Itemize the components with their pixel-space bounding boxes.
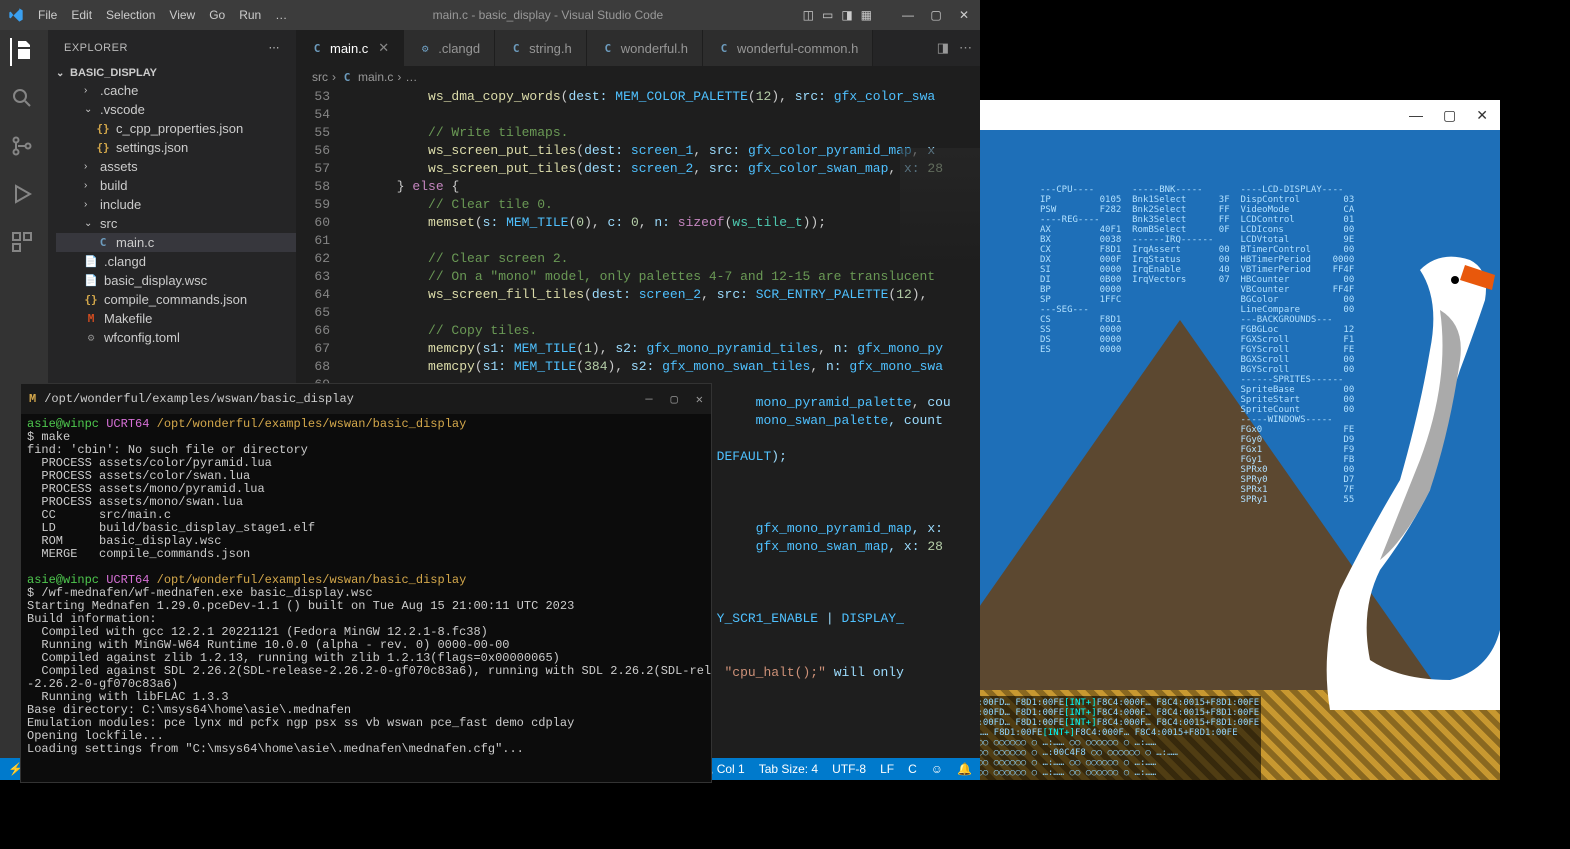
menu-run[interactable]: Run — [233, 8, 267, 22]
debug-trace: …:00FD… F8D1:00FE[INT+]F8C4:000F… F8C4:0… — [980, 696, 1261, 780]
minimap[interactable] — [900, 148, 980, 268]
terminal-maximize-button[interactable]: ▢ — [671, 392, 678, 407]
layout-customize-icon[interactable]: ▦ — [861, 8, 872, 22]
menu-go[interactable]: Go — [203, 8, 231, 22]
file-tree: ›.cache⌄.vscode{}c_cpp_properties.json{}… — [48, 81, 296, 347]
tab-close-icon[interactable]: ✕ — [378, 40, 389, 56]
titlebar: File Edit Selection View Go Run … main.c… — [0, 0, 980, 30]
status-language[interactable]: C — [908, 762, 917, 776]
status-eol[interactable]: LF — [880, 762, 894, 776]
tree-item-c-cpp-properties-json[interactable]: {}c_cpp_properties.json — [56, 119, 296, 138]
search-icon[interactable] — [10, 86, 38, 114]
emulator-maximize-button[interactable]: ▢ — [1443, 107, 1456, 124]
msys-icon: M — [29, 392, 36, 406]
terminal-titlebar[interactable]: M /opt/wonderful/examples/wswan/basic_di… — [21, 384, 711, 414]
layout-toggle-secondary-icon[interactable]: ◨ — [841, 8, 852, 22]
tree-item-settings-json[interactable]: {}settings.json — [56, 138, 296, 157]
tree-item--vscode[interactable]: ⌄.vscode — [56, 100, 296, 119]
breadcrumb-item[interactable]: src — [312, 70, 328, 84]
tab-wonderful-h[interactable]: Cwonderful.h — [587, 30, 703, 66]
vscode-icon — [8, 7, 24, 23]
tree-item-build[interactable]: ›build — [56, 176, 296, 195]
menu-selection[interactable]: Selection — [100, 8, 161, 22]
tree-item-assets[interactable]: ›assets — [56, 157, 296, 176]
terminal-output[interactable]: asie@winpc UCRT64 /opt/wonderful/example… — [21, 414, 711, 782]
tree-item-src[interactable]: ⌄src — [56, 214, 296, 233]
terminal-window: M /opt/wonderful/examples/wswan/basic_di… — [20, 383, 712, 783]
editor-tabs: Cmain.c✕⚙.clangdCstring.hCwonderful.hCwo… — [296, 30, 980, 66]
menu-edit[interactable]: Edit — [65, 8, 98, 22]
emulator-close-button[interactable]: ✕ — [1476, 107, 1488, 124]
minimize-button[interactable]: — — [900, 8, 916, 22]
explorer-icon[interactable] — [10, 38, 38, 66]
emulator-minimize-button[interactable]: — — [1409, 107, 1423, 123]
tab-string-h[interactable]: Cstring.h — [495, 30, 587, 66]
status-tabsize[interactable]: Tab Size: 4 — [759, 762, 818, 776]
explorer-more-icon[interactable]: ⋯ — [269, 41, 281, 54]
tree-item-include[interactable]: ›include — [56, 195, 296, 214]
window-title: main.c - basic_display - Visual Studio C… — [293, 8, 802, 22]
terminal-title-text: /opt/wonderful/examples/wswan/basic_disp… — [44, 392, 354, 406]
breadcrumb-item[interactable]: main.c — [358, 70, 393, 84]
emulator-viewport: ---CPU---- -----BNK----- ----LCD-DISPLAY… — [980, 130, 1500, 780]
tree-item-compile-commands-json[interactable]: {}compile_commands.json — [56, 290, 296, 309]
close-button[interactable]: ✕ — [956, 8, 972, 22]
tree-item-basic-display-wsc[interactable]: 📄basic_display.wsc — [56, 271, 296, 290]
layout-toggle-panel-icon[interactable]: ▭ — [822, 8, 833, 22]
emulator-titlebar[interactable]: — ▢ ✕ — [980, 100, 1500, 130]
breadcrumb-item[interactable]: … — [405, 70, 417, 84]
tab--clangd[interactable]: ⚙.clangd — [404, 30, 495, 66]
terminal-close-button[interactable]: ✕ — [696, 392, 703, 407]
tree-item-main-c[interactable]: Cmain.c — [56, 233, 296, 252]
menu-bar: File Edit Selection View Go Run … — [32, 8, 293, 22]
layout-controls: ◫ ▭ ◨ ▦ — [803, 8, 872, 22]
extensions-icon[interactable] — [10, 230, 38, 258]
tree-item-wfconfig-toml[interactable]: ⚙wfconfig.toml — [56, 328, 296, 347]
run-debug-icon[interactable] — [10, 182, 38, 210]
project-name: BASIC_DISPLAY — [70, 67, 157, 79]
tree-item--clangd[interactable]: 📄.clangd — [56, 252, 296, 271]
status-encoding[interactable]: UTF-8 — [832, 762, 866, 776]
tab-wonderful-common-h[interactable]: Cwonderful-common.h — [703, 30, 873, 66]
split-editor-icon[interactable]: ◨ — [937, 40, 949, 56]
layout-toggle-primary-icon[interactable]: ◫ — [803, 8, 814, 22]
project-header[interactable]: ⌄ BASIC_DISPLAY — [48, 65, 296, 81]
tab-more-icon[interactable]: ⋯ — [959, 40, 972, 56]
maximize-button[interactable]: ▢ — [928, 8, 944, 22]
breadcrumb[interactable]: src › C main.c › … — [296, 66, 980, 88]
debug-overlay: ---CPU---- -----BNK----- ----LCD-DISPLAY… — [1040, 185, 1376, 505]
menu-view[interactable]: View — [163, 8, 201, 22]
menu-more[interactable]: … — [269, 8, 293, 22]
tree-item--cache[interactable]: ›.cache — [56, 81, 296, 100]
source-control-icon[interactable] — [10, 134, 38, 162]
tab-main-c[interactable]: Cmain.c✕ — [296, 30, 404, 66]
menu-file[interactable]: File — [32, 8, 63, 22]
status-bell-icon[interactable]: 🔔 — [957, 762, 972, 776]
explorer-title: EXPLORER — [64, 42, 128, 54]
terminal-minimize-button[interactable]: — — [645, 392, 652, 407]
status-feedback-icon[interactable]: ☺ — [931, 762, 943, 776]
emulator-window: — ▢ ✕ ---CPU---- -----BNK----- ----LCD-D… — [980, 100, 1500, 780]
tree-item-makefile[interactable]: MMakefile — [56, 309, 296, 328]
